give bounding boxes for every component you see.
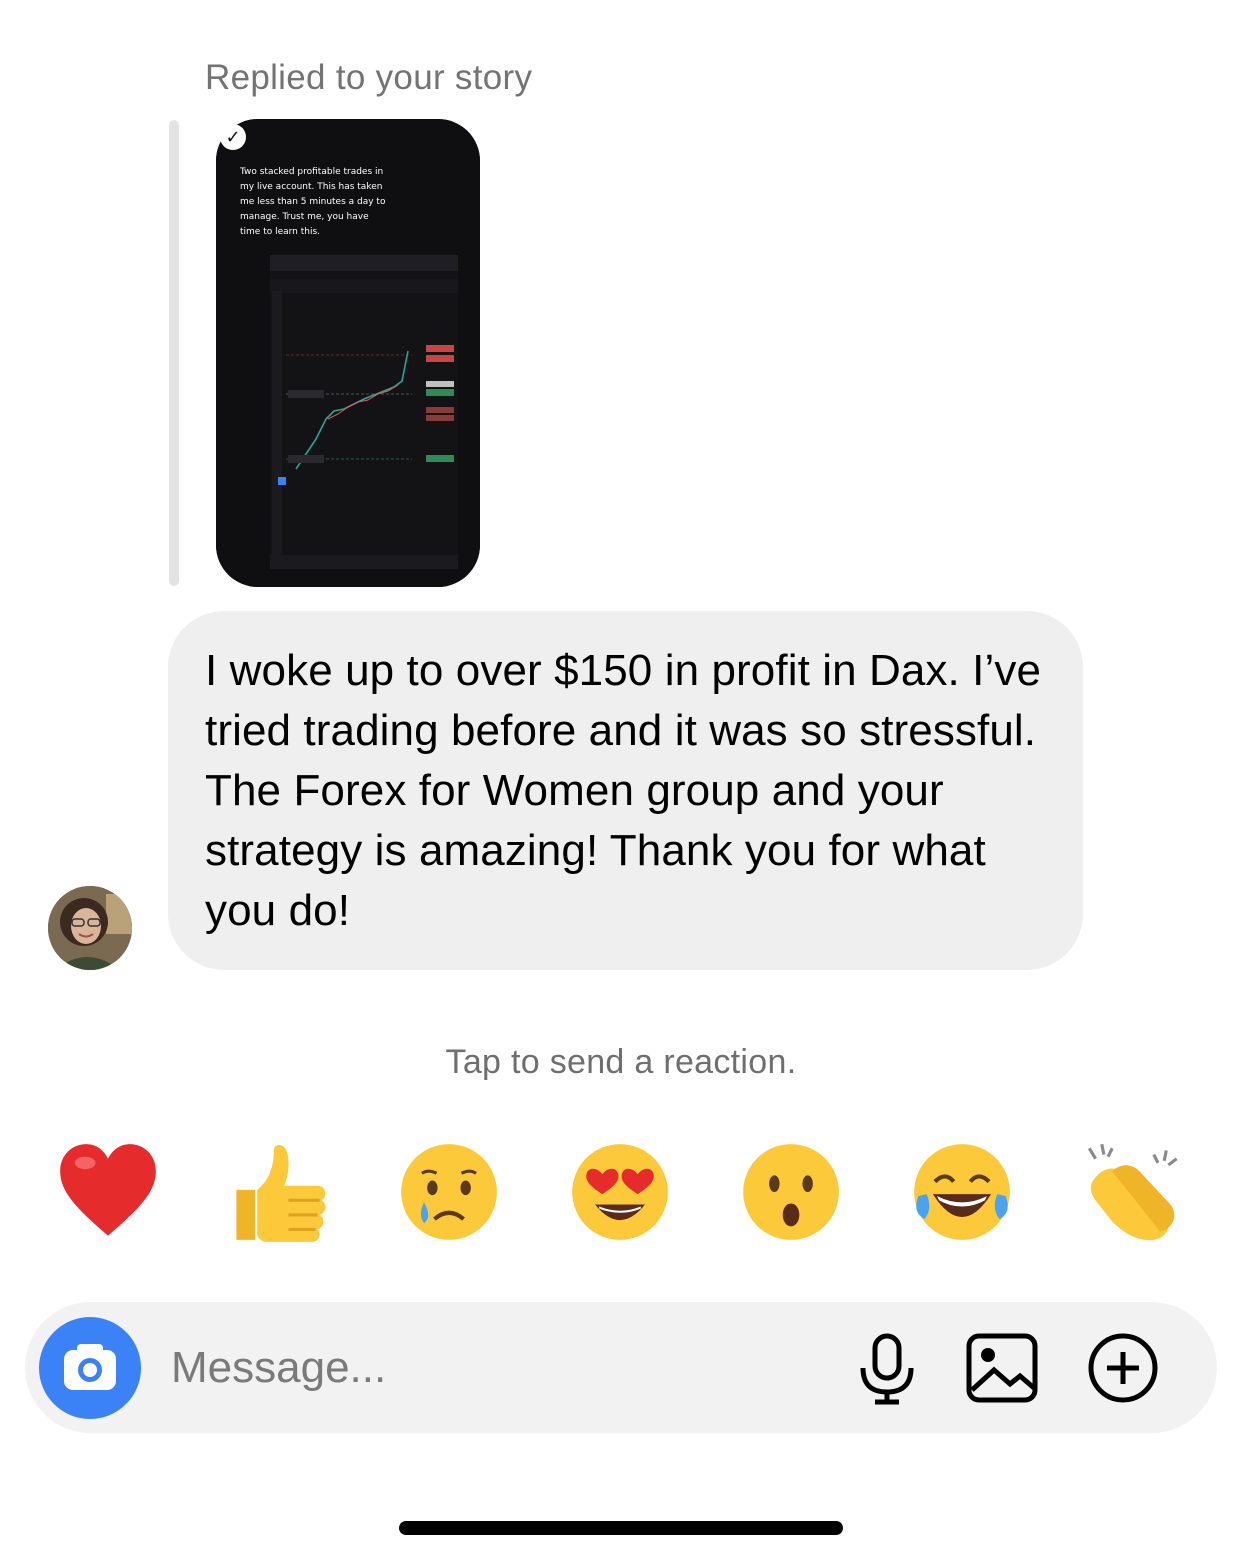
gallery-icon[interactable]: [964, 1330, 1040, 1406]
message-bubble[interactable]: I woke up to over $150 in profit in Dax.…: [168, 611, 1083, 970]
heart-icon[interactable]: [56, 1140, 160, 1244]
message-composer: [25, 1302, 1217, 1433]
crying-face-icon[interactable]: [397, 1140, 501, 1244]
story-caption: Two stacked profitable trades in my live…: [240, 167, 386, 237]
replied-to-story-label: Replied to your story: [205, 58, 533, 97]
message-input[interactable]: [169, 1334, 733, 1402]
reaction-bar: [0, 1140, 1242, 1250]
surprised-face-icon[interactable]: [739, 1140, 843, 1244]
camera-button[interactable]: [39, 1317, 141, 1419]
thumbs-up-icon[interactable]: [226, 1140, 330, 1244]
home-indicator[interactable]: [399, 1521, 843, 1535]
reaction-hint: Tap to send a reaction.: [445, 1043, 797, 1081]
plus-circle-icon[interactable]: [1085, 1330, 1161, 1406]
reply-indicator-bar: [169, 120, 179, 586]
heart-eyes-icon[interactable]: [568, 1140, 672, 1244]
verified-check-icon: ✓: [220, 124, 246, 150]
avatar-portrait: [48, 886, 132, 970]
clapping-hands-icon[interactable]: [1081, 1140, 1185, 1244]
sender-avatar[interactable]: [48, 886, 132, 970]
camera-icon: [64, 1344, 116, 1390]
laughing-tears-icon[interactable]: [910, 1140, 1014, 1244]
microphone-icon[interactable]: [849, 1330, 925, 1406]
message-text: I woke up to over $150 in profit in Dax.…: [205, 646, 1042, 935]
story-thumbnail[interactable]: Two stacked profitable trades in my live…: [216, 119, 480, 587]
